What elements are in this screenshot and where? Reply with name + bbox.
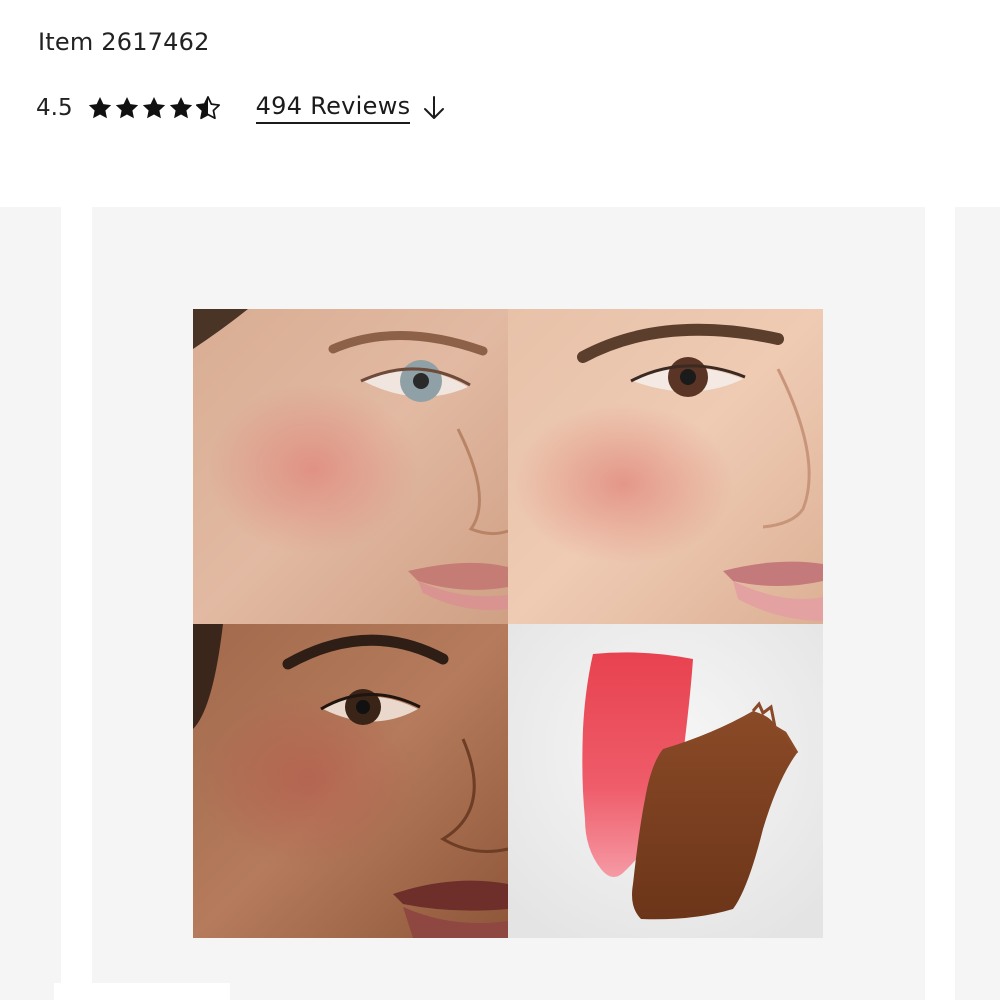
rating-value: 4.5 <box>36 95 73 121</box>
image-carousel[interactable] <box>0 207 1000 1000</box>
product-image[interactable] <box>193 309 823 938</box>
reviews-count-label: 494 Reviews <box>255 92 411 124</box>
previous-slide-peek[interactable] <box>0 207 61 1000</box>
face-model-1-photo <box>193 309 509 624</box>
star-rating[interactable] <box>87 95 222 121</box>
star-full-icon <box>142 96 165 119</box>
face-model-3-photo <box>193 624 509 938</box>
gallery-tab-overlay <box>54 983 230 1000</box>
next-slide-peek[interactable] <box>955 207 1000 1000</box>
product-swatches-photo <box>508 624 823 938</box>
face-model-2-photo <box>508 309 823 624</box>
reviews-link[interactable]: 494 Reviews <box>255 92 447 124</box>
star-full-icon <box>88 96 111 119</box>
item-number: Item 2617462 <box>38 28 210 56</box>
star-full-icon <box>115 96 138 119</box>
arrow-down-icon <box>424 96 445 119</box>
product-page: Item 2617462 4.5 494 Reviews <box>0 0 1000 1000</box>
star-half-icon <box>195 96 220 120</box>
star-full-icon <box>169 96 192 119</box>
rating-row: 4.5 494 Reviews <box>36 88 446 128</box>
main-product-slide[interactable] <box>92 207 925 1000</box>
